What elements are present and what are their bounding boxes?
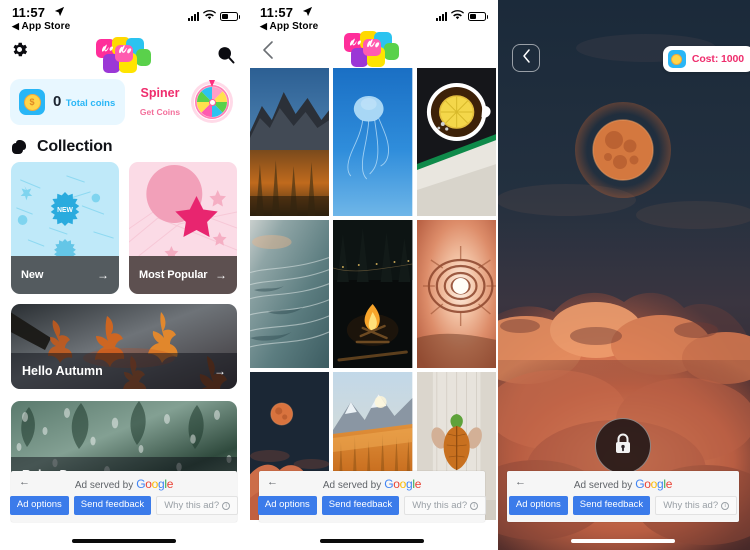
triangle-left-icon: ◀ [260, 20, 268, 31]
app-logo [95, 36, 153, 85]
total-coins-box[interactable]: $ 0 Total coins [10, 79, 125, 125]
battery-icon [468, 11, 488, 21]
google-ad-bar: ← Ad served by Google Ad options Send fe… [257, 471, 487, 522]
spiner-title: Spiner [140, 86, 180, 100]
spin-wheel-icon[interactable] [194, 80, 230, 120]
arrow-right-icon: → [215, 268, 227, 282]
panel-wallpaper-preview: Cost: 1000 ← Ad served by Google Ad opti… [496, 0, 750, 550]
status-bar-indicators [188, 7, 240, 25]
google-wordmark: Google [635, 477, 673, 491]
most-popular-card-bar: Most Popular → [129, 256, 237, 294]
cost-label: Cost: 1000 [691, 53, 744, 65]
collection-card-most-popular[interactable]: Most Popular → [129, 162, 237, 294]
ad-served-by-label: Ad served by [322, 480, 382, 491]
arrow-right-icon: → [214, 364, 226, 378]
google-wordmark: Google [136, 477, 174, 491]
cellular-bars-icon [436, 11, 447, 21]
new-card-label: New [21, 269, 44, 281]
panel-gallery: 11:57 ◀ App Store ← Ad served by Google … [248, 0, 496, 550]
spiner-subtitle: Get Coins [139, 107, 181, 117]
wifi-icon [451, 7, 464, 25]
collection-title: Collection [37, 138, 113, 155]
new-card-bar: New → [11, 256, 119, 294]
coin-icon: $ [19, 89, 45, 115]
wallpaper-tile-jellyfish[interactable] [333, 68, 413, 216]
search-icon[interactable] [216, 45, 236, 70]
lock-icon [612, 432, 634, 461]
ad-served-by-label: Ad served by [573, 480, 633, 491]
ad-served-by-label: Ad served by [74, 480, 134, 491]
new-card-art: NEW [11, 162, 119, 265]
status-bar-time: 11:57 [260, 5, 294, 20]
coin-icon [667, 50, 686, 68]
why-this-ad-label: Why this ad? [164, 500, 220, 511]
why-this-ad-button[interactable]: Why this ad? i [404, 496, 487, 515]
ad-options-button[interactable]: Ad options [508, 496, 568, 515]
status-bar-back-label: App Store [269, 21, 319, 32]
coins-amount: 0 [53, 93, 62, 110]
stack-icon [12, 140, 28, 154]
status-bar: 11:57 ◀ App Store [0, 0, 248, 34]
wallpaper-tile-tea-cup[interactable] [416, 68, 496, 216]
cellular-bars-icon [188, 11, 199, 21]
chevron-left-icon [521, 48, 532, 69]
why-this-ad-button[interactable]: Why this ad? i [655, 496, 738, 515]
info-icon: i [470, 501, 479, 510]
gallery-header [248, 31, 496, 68]
chevron-left-icon[interactable] [260, 39, 276, 66]
send-feedback-button[interactable]: Send feedback [73, 496, 152, 515]
why-this-ad-button[interactable]: Why this ad? i [156, 496, 239, 515]
most-popular-card-art [129, 162, 237, 260]
coins-label: Total coins [65, 98, 116, 109]
google-wordmark: Google [384, 477, 422, 491]
triangle-left-icon: ◀ [12, 20, 20, 31]
arrow-left-icon[interactable]: ← [515, 477, 526, 488]
unlock-wallpaper-button[interactable] [595, 418, 651, 474]
gear-icon[interactable] [10, 40, 29, 64]
most-popular-card-label: Most Popular [139, 269, 208, 281]
hello-autumn-label: Hello Autumn [22, 364, 103, 378]
status-bar-indicators [436, 7, 488, 25]
spiner-button[interactable]: Spiner Get Coins [133, 80, 238, 120]
arrow-left-icon[interactable]: ← [267, 477, 278, 488]
google-ad-bar: ← Ad served by Google Ad options Send fe… [507, 471, 739, 522]
collection-card-new[interactable]: NEW New → [11, 162, 119, 294]
google-ad-bar: ← Ad served by Google Ad options Send fe… [9, 471, 239, 522]
home-indicator[interactable] [571, 539, 675, 543]
send-feedback-button[interactable]: Send feedback [572, 496, 651, 515]
arrow-left-icon[interactable]: ← [19, 477, 30, 488]
status-bar-time: 11:57 [12, 5, 46, 20]
wallpaper-grid [248, 68, 496, 520]
wallpaper-tile-mountain-forest[interactable] [250, 68, 330, 216]
info-icon: i [222, 501, 231, 510]
svg-text:NEW: NEW [57, 207, 73, 214]
why-this-ad-label: Why this ad? [663, 500, 719, 511]
ad-options-button[interactable]: Ad options [9, 496, 69, 515]
status-bar: 11:57 ◀ App Store [248, 0, 496, 34]
info-icon: i [721, 501, 730, 510]
wifi-icon [203, 7, 216, 25]
cost-badge: Cost: 1000 [662, 46, 750, 72]
home-indicator[interactable] [320, 539, 424, 543]
why-this-ad-label: Why this ad? [412, 500, 468, 511]
back-button[interactable] [512, 44, 540, 72]
arrow-right-icon: → [97, 268, 109, 282]
wallpaper-tile-campfire[interactable] [333, 220, 413, 368]
status-bar-back-label: App Store [21, 21, 71, 32]
battery-icon [220, 11, 240, 21]
ad-options-button[interactable]: Ad options [257, 496, 317, 515]
panel-divider [496, 0, 498, 550]
panel-home: 11:57 ◀ App Store $ 0 Total coins Spiner… [0, 0, 248, 550]
screenshot-stage: 11:57 ◀ App Store $ 0 Total coins Spiner… [0, 0, 750, 550]
collection-cards: NEW New → Most Popular → [0, 162, 248, 294]
hello-autumn-bar: Hello Autumn → [11, 353, 237, 389]
home-header [0, 34, 248, 76]
send-feedback-button[interactable]: Send feedback [321, 496, 400, 515]
collection-banner-hello-autumn[interactable]: Hello Autumn → [11, 304, 237, 389]
collection-heading: Collection [0, 128, 248, 162]
panel-divider [248, 0, 250, 550]
home-indicator[interactable] [72, 539, 176, 543]
wallpaper-tile-spiral-staircase[interactable] [416, 220, 496, 368]
wallpaper-tile-ocean-wave[interactable] [250, 220, 330, 368]
